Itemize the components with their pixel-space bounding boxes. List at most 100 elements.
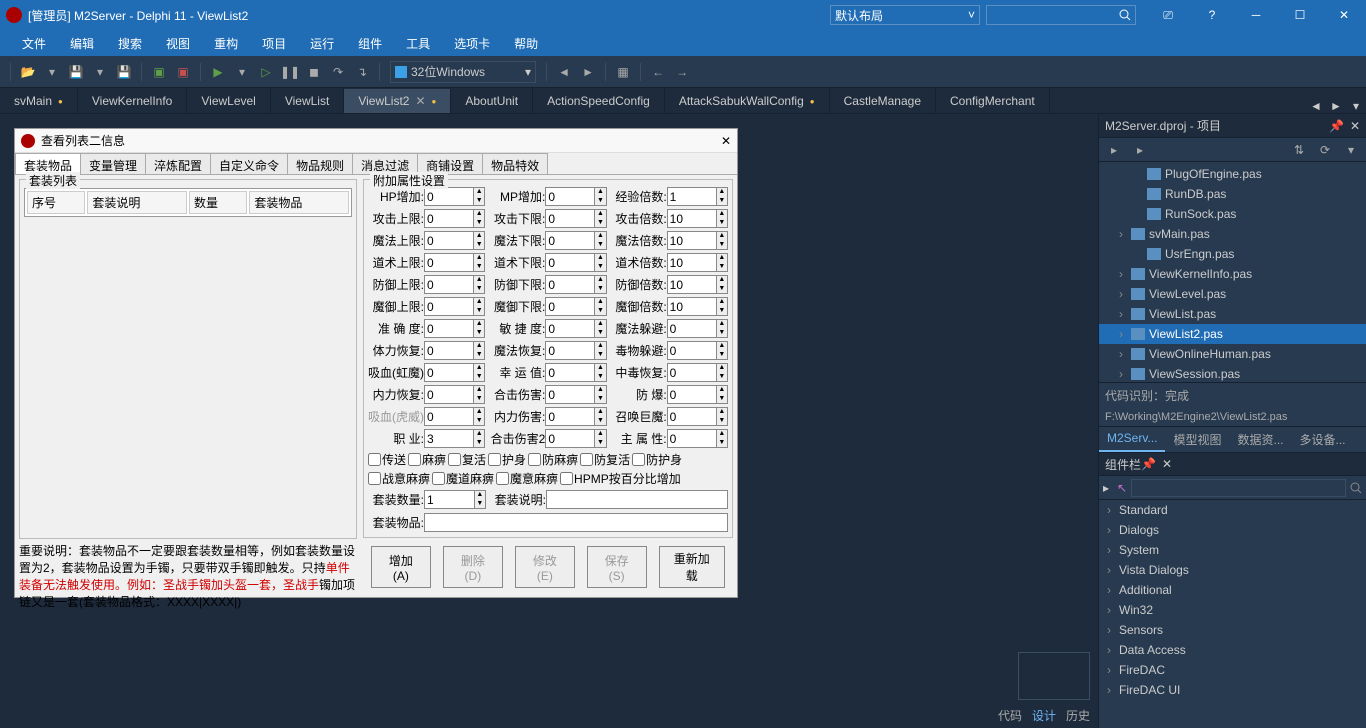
- check-护身[interactable]: 护身: [488, 451, 526, 468]
- add-button[interactable]: 增加(A): [371, 546, 431, 588]
- check-复活[interactable]: 复活: [448, 451, 486, 468]
- palette-category[interactable]: ›FireDAC: [1099, 660, 1366, 680]
- history-tab[interactable]: 历史: [1066, 707, 1090, 724]
- proj-subtab[interactable]: 模型视图: [1165, 427, 1229, 452]
- tab-ConfigMerchant[interactable]: ConfigMerchant: [936, 89, 1050, 113]
- search-icon[interactable]: [1350, 482, 1362, 494]
- spin-input[interactable]: ▲▼: [424, 297, 485, 316]
- spin-input[interactable]: ▲▼: [424, 407, 485, 426]
- spin-input[interactable]: ▲▼: [424, 275, 485, 294]
- navigator-thumbnail[interactable]: [1018, 652, 1090, 700]
- spin-input[interactable]: ▲▼: [545, 341, 606, 360]
- check-防复活[interactable]: 防复活: [580, 451, 630, 468]
- palette-category[interactable]: ›Dialogs: [1099, 520, 1366, 540]
- palette-category[interactable]: ›Sensors: [1099, 620, 1366, 640]
- spin-input[interactable]: ▲▼: [424, 253, 485, 272]
- step-into-icon[interactable]: ↴: [351, 61, 373, 83]
- spin-input[interactable]: ▲▼: [667, 297, 728, 316]
- tab-close-icon[interactable]: ✕: [415, 94, 425, 108]
- set-desc-input[interactable]: [546, 490, 728, 509]
- palette-category[interactable]: ›Vista Dialogs: [1099, 560, 1366, 580]
- spin-input[interactable]: ▲▼: [667, 209, 728, 228]
- spin-input[interactable]: ▲▼: [424, 187, 485, 206]
- tree-item[interactable]: ›ViewSession.pas: [1099, 364, 1366, 382]
- palette-category[interactable]: ›Additional: [1099, 580, 1366, 600]
- proj-new-icon[interactable]: ▸: [1129, 139, 1151, 161]
- open-icon[interactable]: 📂: [17, 61, 39, 83]
- check-魔意麻痹[interactable]: 魔意麻痹: [496, 470, 558, 487]
- save-all-icon[interactable]: 💾: [113, 61, 135, 83]
- panel-close-icon[interactable]: ✕: [1350, 119, 1360, 133]
- spin-input[interactable]: ▲▼: [545, 187, 606, 206]
- check-防麻痹[interactable]: 防麻痹: [528, 451, 578, 468]
- spin-input[interactable]: ▲▼: [545, 253, 606, 272]
- tab-AttackSabukWallConfig[interactable]: AttackSabukWallConfig: [665, 89, 830, 113]
- tree-item[interactable]: RunDB.pas: [1099, 184, 1366, 204]
- set-count-input[interactable]: ▲▼: [424, 490, 486, 509]
- delete-button[interactable]: 删除(D): [443, 546, 503, 588]
- palette-close-icon[interactable]: ✕: [1162, 457, 1172, 471]
- form-icon[interactable]: ▦: [612, 61, 634, 83]
- menu-搜索[interactable]: 搜索: [106, 31, 154, 56]
- subtab-2[interactable]: 淬炼配置: [145, 153, 211, 174]
- run-icon[interactable]: ▶: [207, 61, 229, 83]
- tab-ViewLevel[interactable]: ViewLevel: [187, 89, 270, 113]
- stop-icon[interactable]: ◼: [303, 61, 325, 83]
- col-header[interactable]: 套装说明: [87, 191, 187, 214]
- col-header[interactable]: 数量: [189, 191, 247, 214]
- set-list-table[interactable]: 序号套装说明数量套装物品: [24, 188, 352, 217]
- forward-icon[interactable]: ►: [577, 61, 599, 83]
- spin-input[interactable]: ▲▼: [667, 187, 728, 206]
- tree-item[interactable]: UsrEngn.pas: [1099, 244, 1366, 264]
- menu-重构[interactable]: 重构: [202, 31, 250, 56]
- menu-文件[interactable]: 文件: [10, 31, 58, 56]
- save-dropdown-icon[interactable]: ▾: [89, 61, 111, 83]
- tree-item[interactable]: ›ViewLevel.pas: [1099, 284, 1366, 304]
- close-button[interactable]: ✕: [1322, 0, 1366, 30]
- run-dropdown-icon[interactable]: ▾: [231, 61, 253, 83]
- set-items-input[interactable]: [424, 513, 728, 532]
- subtab-0[interactable]: 套装物品: [15, 153, 81, 174]
- help-icon[interactable]: ?: [1190, 0, 1234, 30]
- palette-category[interactable]: ›Standard: [1099, 500, 1366, 520]
- tree-item[interactable]: PlugOfEngine.pas: [1099, 164, 1366, 184]
- check-HPMP按百分比增加[interactable]: HPMP按百分比增加: [560, 470, 681, 487]
- palette-pin-icon[interactable]: 📌: [1141, 457, 1156, 471]
- tab-ViewKernelInfo[interactable]: ViewKernelInfo: [78, 89, 188, 113]
- palette-category[interactable]: ›Win32: [1099, 600, 1366, 620]
- spin-input[interactable]: ▲▼: [545, 407, 606, 426]
- spin-input[interactable]: ▲▼: [424, 319, 485, 338]
- palette-menu-icon[interactable]: ▸: [1103, 481, 1109, 495]
- tab-AboutUnit[interactable]: AboutUnit: [451, 89, 533, 113]
- tree-item[interactable]: ›ViewList.pas: [1099, 304, 1366, 324]
- spin-input[interactable]: ▲▼: [545, 363, 606, 382]
- menu-编辑[interactable]: 编辑: [58, 31, 106, 56]
- tab-ViewList[interactable]: ViewList: [271, 89, 344, 113]
- tab-ViewList2[interactable]: ViewList2✕: [344, 89, 451, 113]
- spin-input[interactable]: ▲▼: [424, 429, 485, 448]
- spin-input[interactable]: ▲▼: [545, 209, 606, 228]
- check-防护身[interactable]: 防护身: [632, 451, 682, 468]
- proj-sort-icon[interactable]: ⇅: [1288, 139, 1310, 161]
- spin-input[interactable]: ▲▼: [424, 341, 485, 360]
- tab-scroll-left[interactable]: ◄: [1306, 99, 1326, 113]
- open-dropdown-icon[interactable]: ▾: [41, 61, 63, 83]
- proj-subtab[interactable]: 多设备...: [1292, 427, 1354, 452]
- project-tree[interactable]: PlugOfEngine.pasRunDB.pasRunSock.pas›svM…: [1099, 162, 1366, 382]
- col-header[interactable]: 套装物品: [249, 191, 349, 214]
- spin-input[interactable]: ▲▼: [667, 275, 728, 294]
- nav-back-icon[interactable]: ←: [647, 61, 669, 83]
- proj-subtab[interactable]: M2Serv...: [1099, 427, 1165, 452]
- title-search[interactable]: [986, 5, 1136, 25]
- add-file-icon[interactable]: ▣: [148, 61, 170, 83]
- nav-fwd-icon[interactable]: →: [671, 61, 693, 83]
- spin-input[interactable]: ▲▼: [667, 385, 728, 404]
- save-icon[interactable]: 💾: [65, 61, 87, 83]
- spin-input[interactable]: ▲▼: [667, 407, 728, 426]
- subtab-7[interactable]: 物品特效: [482, 153, 548, 174]
- menu-选项卡[interactable]: 选项卡: [442, 31, 502, 56]
- check-麻痹[interactable]: 麻痹: [408, 451, 446, 468]
- spin-input[interactable]: ▲▼: [545, 275, 606, 294]
- spin-input[interactable]: ▲▼: [424, 363, 485, 382]
- tree-item[interactable]: ›ViewKernelInfo.pas: [1099, 264, 1366, 284]
